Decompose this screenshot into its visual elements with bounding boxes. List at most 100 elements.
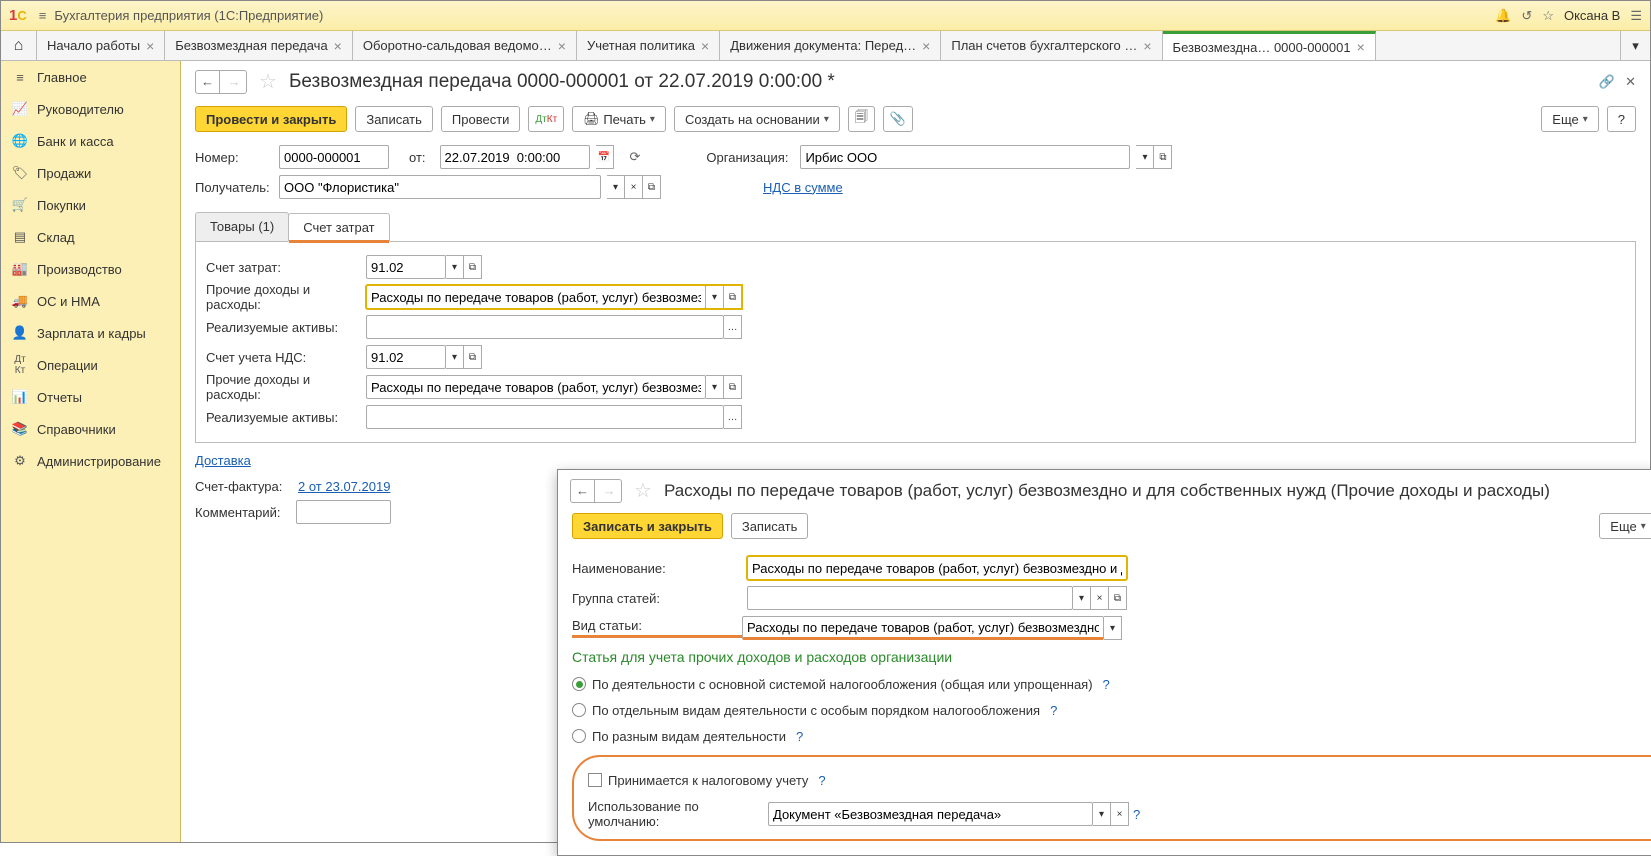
history-icon[interactable]: ↺ (1521, 8, 1532, 24)
group-field[interactable] (747, 586, 1073, 610)
other-income-field-2[interactable] (366, 375, 706, 399)
open-icon[interactable]: ⧉ (724, 375, 742, 399)
post-and-close-button[interactable]: Провести и закрыть (195, 106, 347, 132)
dropdown-icon[interactable]: ▾ (1136, 145, 1154, 169)
date-field[interactable] (440, 145, 590, 169)
sidebar-item-payroll[interactable]: 👤Зарплата и кадры (1, 317, 180, 349)
dropdown-icon[interactable]: ▾ (1093, 802, 1111, 826)
sidebar-item-assets[interactable]: 🚚ОС и НМА (1, 285, 180, 317)
help-icon[interactable]: ? (1103, 677, 1110, 692)
radio-main-tax[interactable] (572, 677, 586, 691)
create-based-button[interactable]: Создать на основании▾ (674, 106, 840, 132)
reg-button[interactable]: 🗐 (848, 106, 875, 132)
radio-special-tax[interactable] (572, 703, 586, 717)
open-icon[interactable]: ⧉ (464, 345, 482, 369)
post-button[interactable]: Провести (441, 106, 521, 132)
tab-policy[interactable]: Учетная политика× (577, 31, 720, 60)
dropdown-icon[interactable]: ▾ (446, 255, 464, 279)
tab-cost-account[interactable]: Счет затрат (288, 213, 389, 242)
clear-icon[interactable]: × (1111, 802, 1129, 826)
main-menu-icon[interactable]: ≡ (39, 8, 47, 23)
sidebar-item-warehouse[interactable]: ▤Склад (1, 221, 180, 253)
clear-icon[interactable]: × (1091, 586, 1109, 610)
clear-icon[interactable]: × (625, 175, 643, 199)
dropdown-icon[interactable]: ▾ (607, 175, 625, 199)
app-menu-icon[interactable]: ☰ (1630, 8, 1642, 24)
help-icon[interactable]: ? (818, 773, 825, 788)
tab-overflow-button[interactable]: ▾ (1620, 31, 1650, 60)
save-and-close-button[interactable]: Записать и закрыть (572, 513, 723, 539)
close-panel-icon[interactable]: ✕ (1625, 74, 1636, 90)
sidebar-item-manager[interactable]: 📈Руководителю (1, 93, 180, 125)
sidebar-item-purchases[interactable]: 🛒Покупки (1, 189, 180, 221)
help-icon[interactable]: ? (1050, 703, 1057, 718)
dt-kt-button[interactable]: ДтКт (528, 106, 564, 132)
more-icon[interactable]: … (724, 405, 742, 429)
close-icon[interactable]: × (922, 38, 930, 54)
tab-movements[interactable]: Движения документа: Перед…× (720, 31, 941, 60)
close-icon[interactable]: × (146, 38, 154, 54)
back-button[interactable]: ← (196, 71, 220, 93)
tab-accounts[interactable]: План счетов бухгалтерского …× (941, 31, 1162, 60)
recipient-field[interactable] (279, 175, 601, 199)
open-icon[interactable]: ⧉ (464, 255, 482, 279)
sidebar-item-operations[interactable]: ДтКтОперации (1, 349, 180, 381)
comment-field[interactable] (296, 500, 391, 524)
save-button[interactable]: Записать (355, 106, 433, 132)
open-icon[interactable]: ⧉ (1154, 145, 1172, 169)
name-field[interactable] (747, 556, 1127, 580)
help-button[interactable]: ? (1607, 106, 1636, 132)
sidebar-item-sales[interactable]: 🏷Продажи (1, 157, 180, 189)
dropdown-icon[interactable]: ▾ (1104, 616, 1122, 640)
assets-field-2[interactable] (366, 405, 724, 429)
close-icon[interactable]: × (1143, 38, 1151, 54)
sidebar-item-production[interactable]: 🏭Производство (1, 253, 180, 285)
assets-field[interactable] (366, 315, 724, 339)
user-label[interactable]: Оксана В (1564, 8, 1620, 23)
link-icon[interactable]: 🔗 (1599, 74, 1615, 90)
forward-button[interactable]: → (597, 480, 621, 502)
home-tab[interactable]: ⌂ (1, 31, 37, 60)
type-field[interactable] (742, 616, 1104, 640)
tab-current[interactable]: Безвозмездна… 0000-000001× (1163, 31, 1376, 60)
vat-link[interactable]: НДС в сумме (763, 180, 843, 195)
other-income-field[interactable] (366, 285, 706, 309)
favorite-icon[interactable]: ☆ (259, 69, 277, 94)
sidebar-item-reports[interactable]: 📊Отчеты (1, 381, 180, 413)
more-button[interactable]: Еще▾ (1541, 106, 1598, 132)
calendar-icon[interactable]: 📅 (596, 145, 614, 169)
more-icon[interactable]: … (724, 315, 742, 339)
more-button[interactable]: Еще▾ (1599, 513, 1651, 539)
tab-start[interactable]: Начало работы× (37, 31, 165, 60)
invoice-link[interactable]: 2 от 23.07.2019 (298, 479, 390, 494)
open-icon[interactable]: ⧉ (1109, 586, 1127, 610)
default-use-field[interactable] (768, 802, 1093, 826)
refresh-icon[interactable]: ⟳ (630, 149, 641, 165)
help-icon[interactable]: ? (796, 729, 803, 744)
favorite-icon[interactable]: ☆ (634, 478, 652, 503)
delivery-link[interactable]: Доставка (195, 453, 251, 468)
close-icon[interactable]: × (558, 38, 566, 54)
open-icon[interactable]: ⧉ (724, 285, 742, 309)
close-icon[interactable]: × (701, 38, 709, 54)
tab-balance[interactable]: Оборотно-сальдовая ведомо…× (353, 31, 577, 60)
dropdown-icon[interactable]: ▾ (706, 375, 724, 399)
print-button[interactable]: 🖨 Печать▾ (572, 106, 666, 132)
help-icon[interactable]: ? (1133, 807, 1140, 822)
close-icon[interactable]: × (1357, 39, 1365, 55)
sidebar-item-refs[interactable]: 📚Справочники (1, 413, 180, 445)
dropdown-icon[interactable]: ▾ (706, 285, 724, 309)
dropdown-icon[interactable]: ▾ (1073, 586, 1091, 610)
radio-mixed[interactable] (572, 729, 586, 743)
tax-accounting-checkbox[interactable] (588, 773, 602, 787)
org-field[interactable] (800, 145, 1130, 169)
save-button[interactable]: Записать (731, 513, 809, 539)
star-icon[interactable]: ☆ (1542, 8, 1554, 24)
open-icon[interactable]: ⧉ (643, 175, 661, 199)
sidebar-item-main[interactable]: ≡Главное (1, 61, 180, 93)
sidebar-item-admin[interactable]: ⚙Администрирование (1, 445, 180, 477)
bell-icon[interactable]: 🔔 (1495, 8, 1511, 24)
tab-goods[interactable]: Товары (1) (195, 212, 289, 241)
sidebar-item-bank[interactable]: 🌐Банк и касса (1, 125, 180, 157)
attach-button[interactable]: 📎 (883, 106, 913, 132)
